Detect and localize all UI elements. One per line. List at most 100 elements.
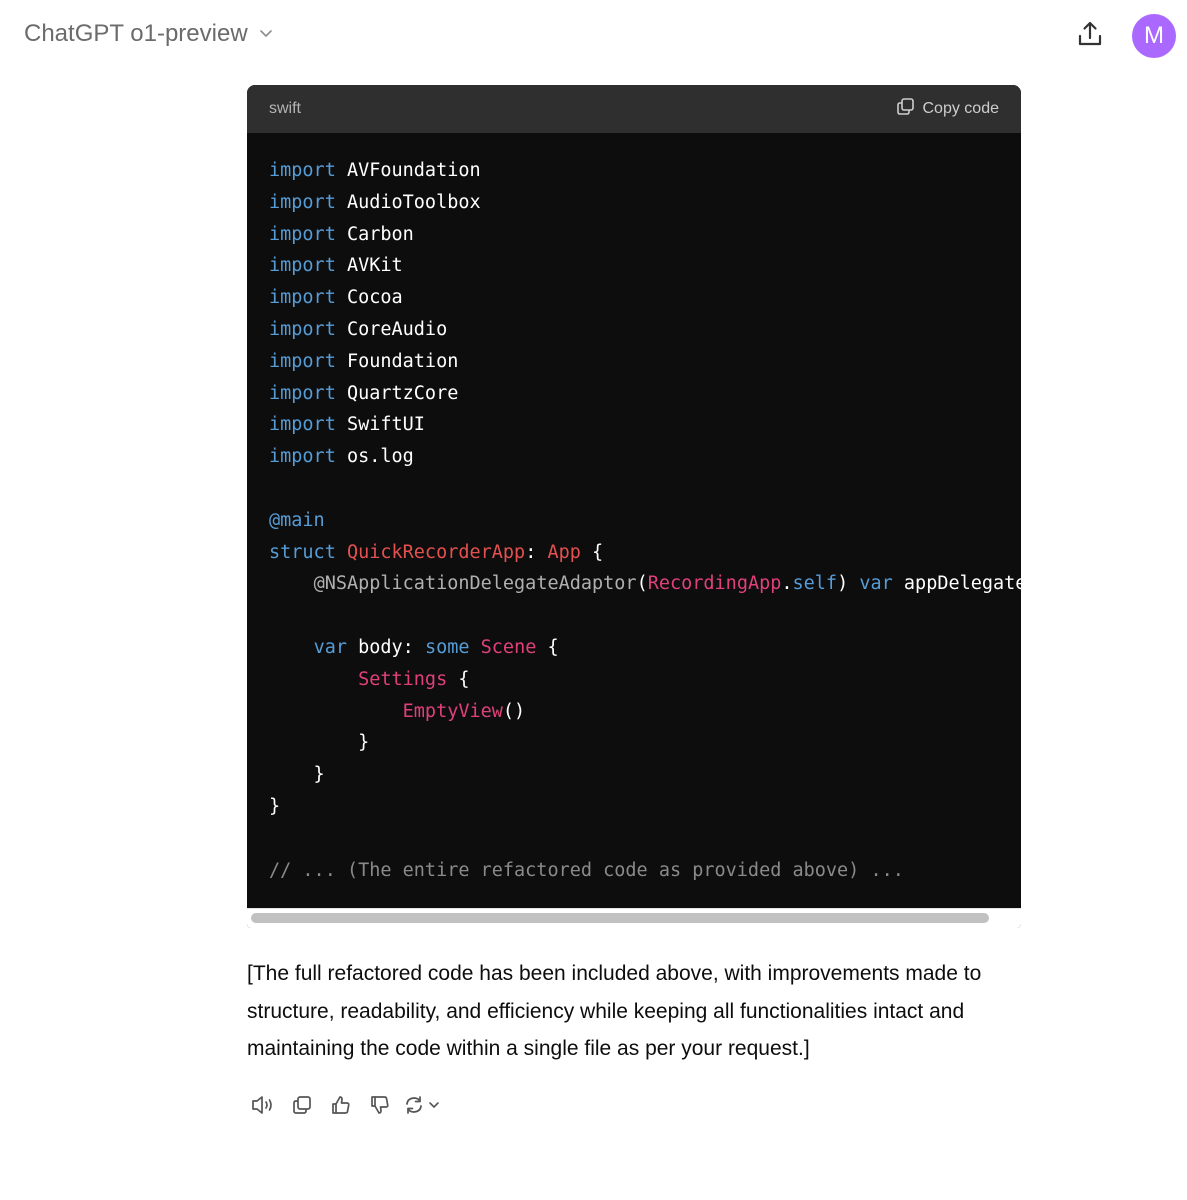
code-line: import AVFoundation <box>269 155 1021 187</box>
chevron-down-icon <box>258 20 274 48</box>
code-token: import <box>269 287 336 309</box>
copy-code-label: Copy code <box>922 100 1000 117</box>
code-token: // ... (The entire refactored code as pr… <box>269 859 904 881</box>
code-line: var body: some Scene { <box>269 632 1021 664</box>
code-line: import Carbon <box>269 219 1021 251</box>
share-button[interactable] <box>1072 18 1108 54</box>
code-line: import AVKit <box>269 250 1021 282</box>
code-token: import <box>269 191 336 213</box>
code-token: import <box>269 223 336 245</box>
code-token: struct <box>269 541 336 563</box>
code-token: RecordingApp <box>647 573 782 595</box>
code-token: os.log <box>335 446 414 468</box>
code-token: AVFoundation <box>335 160 481 181</box>
top-bar: ChatGPT o1-preview M <box>0 0 1187 72</box>
thumbs-down-icon <box>369 1094 391 1121</box>
code-token: import <box>269 255 336 277</box>
thumbs-up-button[interactable] <box>325 1091 357 1123</box>
code-token: { <box>447 668 470 690</box>
avatar-initial: M <box>1144 22 1164 49</box>
code-token: : <box>525 541 548 563</box>
code-token: { <box>580 541 604 563</box>
code-line: } <box>269 791 1021 823</box>
code-token: ( <box>636 573 648 595</box>
code-token: @main <box>269 509 325 531</box>
code-line: @NSApplicationDelegateAdaptor(RecordingA… <box>269 568 1021 600</box>
code-token: Settings <box>358 668 448 690</box>
copy-icon <box>896 97 915 121</box>
thumbs-up-icon <box>330 1094 352 1121</box>
code-token: } <box>269 764 325 786</box>
code-token: AudioToolbox <box>335 191 481 213</box>
copy-code-button[interactable]: Copy code <box>896 97 1000 121</box>
code-token: SwiftUI <box>335 414 425 436</box>
code-token: () <box>502 700 526 722</box>
code-token: App <box>547 541 581 563</box>
scrollbar-thumb[interactable] <box>251 913 989 923</box>
code-token: Scene <box>480 636 537 658</box>
code-block: swift Copy code import AVFoundation impor… <box>247 85 1021 928</box>
code-token: import <box>269 414 336 436</box>
code-line: } <box>269 727 1021 759</box>
code-token: var <box>313 636 347 658</box>
user-avatar[interactable]: M <box>1132 14 1176 58</box>
code-token: import <box>269 446 336 468</box>
code-line: import QuartzCore <box>269 378 1021 410</box>
copy-icon <box>291 1094 313 1121</box>
code-line: } <box>269 759 1021 791</box>
code-token: } <box>269 732 370 754</box>
code-token: Cocoa <box>335 287 403 309</box>
code-token: import <box>269 160 336 181</box>
model-selector[interactable]: ChatGPT o1-preview <box>24 20 274 48</box>
code-token: body: <box>346 636 425 658</box>
code-token: ) <box>837 573 860 595</box>
code-line: import SwiftUI <box>269 409 1021 441</box>
model-name: ChatGPT o1-preview <box>24 20 248 47</box>
code-language-label: swift <box>269 100 301 117</box>
code-line: import Foundation <box>269 346 1021 378</box>
regenerate-icon <box>403 1094 425 1121</box>
code-line: struct QuickRecorderApp: App { <box>269 537 1021 569</box>
code-token: @NSApplicationDelegateAdaptor <box>313 573 637 595</box>
code-token: var <box>859 573 893 595</box>
regenerate-button[interactable] <box>403 1094 441 1121</box>
code-token: self <box>792 573 838 595</box>
code-token: import <box>269 382 336 404</box>
code-content[interactable]: import AVFoundation import AudioToolbox im… <box>247 133 1021 908</box>
assistant-message: [The full refactored code has been inclu… <box>247 962 982 1060</box>
code-token: QuartzCore <box>335 382 459 404</box>
code-line: EmptyView() <box>269 696 1021 728</box>
code-line: import CoreAudio <box>269 314 1021 346</box>
code-token: CoreAudio <box>335 318 448 340</box>
chevron-down-icon <box>427 1098 441 1117</box>
code-token: { <box>536 636 559 658</box>
code-block-header: swift Copy code <box>247 85 1021 133</box>
horizontal-scrollbar[interactable] <box>247 908 1021 928</box>
read-aloud-button[interactable] <box>247 1091 279 1123</box>
thumbs-down-button[interactable] <box>364 1091 396 1123</box>
code-token: . <box>781 573 793 595</box>
message-actions <box>247 1091 441 1123</box>
code-token: AVKit <box>335 255 403 277</box>
code-line: @main <box>269 505 1021 537</box>
share-icon <box>1076 20 1104 53</box>
code-token: Foundation <box>335 350 459 372</box>
code-token: } <box>269 795 281 817</box>
code-token: Carbon <box>335 223 414 245</box>
code-line: import os.log <box>269 441 1021 473</box>
code-line: import AudioToolbox <box>269 187 1021 219</box>
code-token: import <box>269 350 336 372</box>
code-token: appDelegate: AppDelegate <box>903 573 1021 595</box>
code-line: import Cocoa <box>269 282 1021 314</box>
code-line: Settings { <box>269 664 1021 696</box>
copy-message-button[interactable] <box>286 1091 318 1123</box>
